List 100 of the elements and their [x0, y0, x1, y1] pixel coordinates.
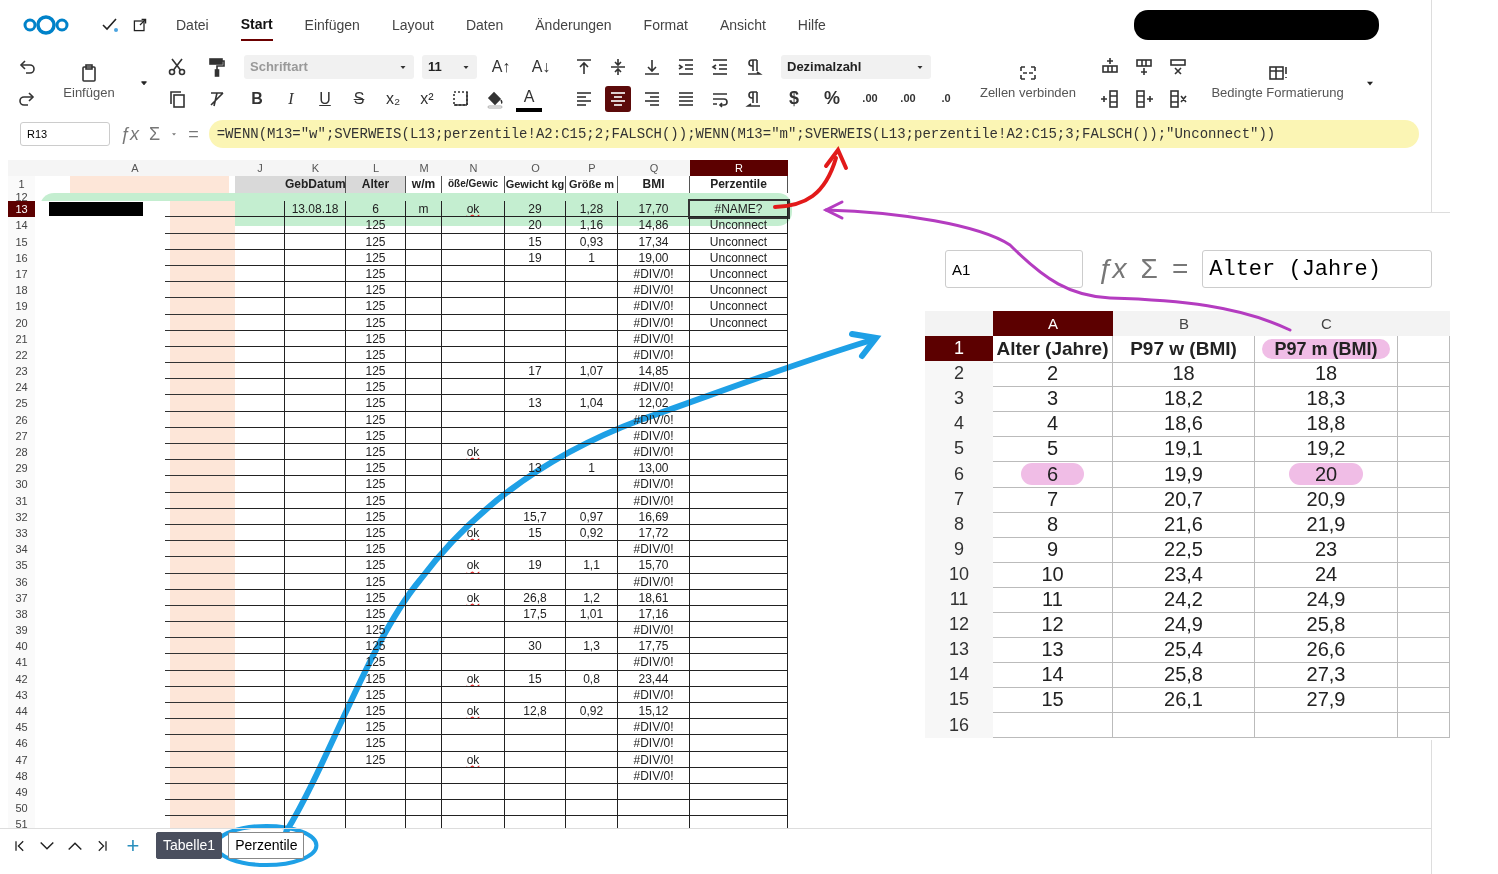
number-format-button[interactable]: .00	[895, 85, 921, 111]
conditional-formatting-button[interactable]: Bedingte Formatierung	[1205, 58, 1350, 108]
column-header[interactable]: O	[505, 160, 566, 177]
number-format-button[interactable]: $	[781, 85, 807, 111]
font-color-button[interactable]: A	[516, 86, 542, 112]
equals-button[interactable]: =	[188, 120, 199, 148]
sheet-tab[interactable]: Tabelle1	[156, 832, 223, 859]
table-cell: ok	[442, 751, 505, 768]
font-size-button[interactable]: A↓	[525, 54, 557, 80]
cell-reference-field[interactable]: R13	[20, 122, 110, 146]
column-header[interactable]: J	[235, 160, 285, 177]
text-format-button[interactable]: B	[244, 86, 270, 112]
column-header[interactable]: A	[993, 311, 1113, 337]
menu-tab[interactable]: Layout	[391, 9, 434, 41]
table-cell: 18,2	[1164, 387, 1203, 410]
row-header[interactable]: 28	[8, 444, 35, 461]
row-header[interactable]: 51	[8, 816, 35, 828]
row-header[interactable]: 45	[8, 719, 35, 736]
column-header[interactable]: P	[566, 160, 618, 177]
row-header[interactable]: 40	[8, 638, 35, 655]
row-header[interactable]: 23	[8, 363, 35, 380]
row-header[interactable]: 46	[8, 735, 35, 752]
row-header[interactable]: 39	[8, 622, 35, 639]
menu-tab[interactable]: Einfügen	[304, 9, 360, 41]
row-header[interactable]: 6	[925, 461, 993, 488]
row-header[interactable]: 41	[8, 654, 35, 671]
column-header[interactable]: B	[1113, 311, 1255, 337]
table-cell: #DIV/0!	[618, 492, 690, 509]
number-format-button[interactable]: .00	[857, 85, 883, 111]
row-header[interactable]: 9	[925, 536, 993, 563]
row-header[interactable]: 8	[925, 511, 993, 538]
row-header[interactable]: 34	[8, 541, 35, 558]
row-header[interactable]: 14	[8, 217, 35, 234]
add-sheet-button[interactable]: +	[120, 832, 146, 859]
column-header[interactable]: M	[406, 160, 442, 177]
row-header[interactable]: 14	[925, 662, 993, 689]
row-header[interactable]: 7	[925, 486, 993, 513]
menu-tab[interactable]: Hilfe	[797, 9, 826, 41]
paste-button[interactable]: Einfügen	[54, 55, 124, 111]
row-header[interactable]: 4	[925, 411, 993, 438]
menu-tab[interactable]: Änderungen	[535, 9, 612, 41]
row-header[interactable]: 12	[8, 193, 35, 202]
grid-cell	[406, 589, 442, 606]
column-header[interactable]: Q	[618, 160, 690, 177]
text-format-button[interactable]: I	[278, 86, 304, 112]
grid-cell	[1398, 712, 1450, 738]
menu-tab[interactable]: Format	[643, 9, 688, 41]
text-format-button[interactable]: U	[312, 86, 338, 112]
row-header[interactable]: 30	[8, 476, 35, 493]
equals-button[interactable]: =	[1171, 248, 1189, 290]
function-wizard-button[interactable]: ƒx	[1097, 248, 1127, 290]
formula-field[interactable]: Alter (Jahre)	[1202, 250, 1433, 288]
row-header[interactable]: 24	[8, 379, 35, 396]
formula-field[interactable]: =WENN(M13="w";SVERWEIS(L13;perzentile!A2:C15;2;FALSCH());WENN(M13="m";SVERWEIS(L13;perzentile!A2:C15;3;FALSCH());"Unconnect"))	[208, 120, 1419, 148]
row-header[interactable]: 15	[925, 687, 993, 714]
sum-button[interactable]: Σ	[149, 120, 161, 148]
row-header[interactable]: 12	[925, 612, 993, 639]
row-header[interactable]: 1	[925, 336, 993, 364]
row-header[interactable]: 5	[925, 436, 993, 463]
menu-tab[interactable]: Start	[240, 9, 273, 41]
row-header[interactable]: 1	[8, 176, 35, 194]
column-header[interactable]: N	[442, 160, 505, 177]
number-format-dropdown[interactable]: Dezimalzahl	[781, 55, 931, 79]
row-header[interactable]: 10	[925, 561, 993, 588]
sheet-tab[interactable]: Perzentile	[228, 832, 305, 859]
row-header[interactable]: 13	[8, 201, 35, 218]
row-header[interactable]: 19	[8, 298, 35, 315]
text-format-button[interactable]: x₂	[380, 86, 406, 112]
row-header[interactable]: 13	[925, 637, 993, 664]
row-header[interactable]: 35	[8, 557, 35, 574]
row-header[interactable]: 11	[925, 587, 993, 614]
merge-cells-button[interactable]: Zellen verbinden	[973, 58, 1083, 108]
column-header[interactable]: R	[690, 160, 788, 177]
text-format-button[interactable]: x²	[414, 86, 440, 112]
column-header[interactable]: K	[285, 160, 346, 177]
row-header[interactable]: 44	[8, 703, 35, 720]
menu-tab[interactable]: Ansicht	[719, 9, 766, 41]
row-header[interactable]: 18	[8, 282, 35, 299]
column-header[interactable]: L	[346, 160, 406, 177]
number-format-button[interactable]: .0	[933, 85, 959, 111]
menu-tab[interactable]: Daten	[465, 9, 504, 41]
table-cell: #DIV/0!	[618, 622, 690, 639]
row-header[interactable]: 3	[925, 386, 993, 413]
redo-icon	[17, 89, 37, 109]
number-format-button[interactable]: %	[819, 85, 845, 111]
row-header[interactable]: 50	[8, 800, 35, 817]
font-size-dropdown[interactable]: 11	[422, 55, 477, 79]
font-size-button[interactable]: A↑	[485, 54, 517, 80]
row-header[interactable]: 29	[8, 460, 35, 477]
column-header[interactable]: C	[1255, 311, 1398, 337]
menu-tab[interactable]: Datei	[176, 9, 209, 41]
text-format-button[interactable]: S	[346, 86, 372, 112]
function-wizard-button[interactable]: ƒx	[120, 120, 139, 148]
cell-reference-field[interactable]: A1	[945, 250, 1083, 288]
row-header[interactable]: 25	[8, 395, 35, 412]
column-header[interactable]: A	[35, 160, 235, 177]
sum-button[interactable]: Σ	[1140, 248, 1158, 290]
row-header[interactable]: 16	[925, 712, 993, 738]
align-center-button[interactable]	[605, 86, 631, 112]
row-header[interactable]: 2	[925, 361, 993, 388]
